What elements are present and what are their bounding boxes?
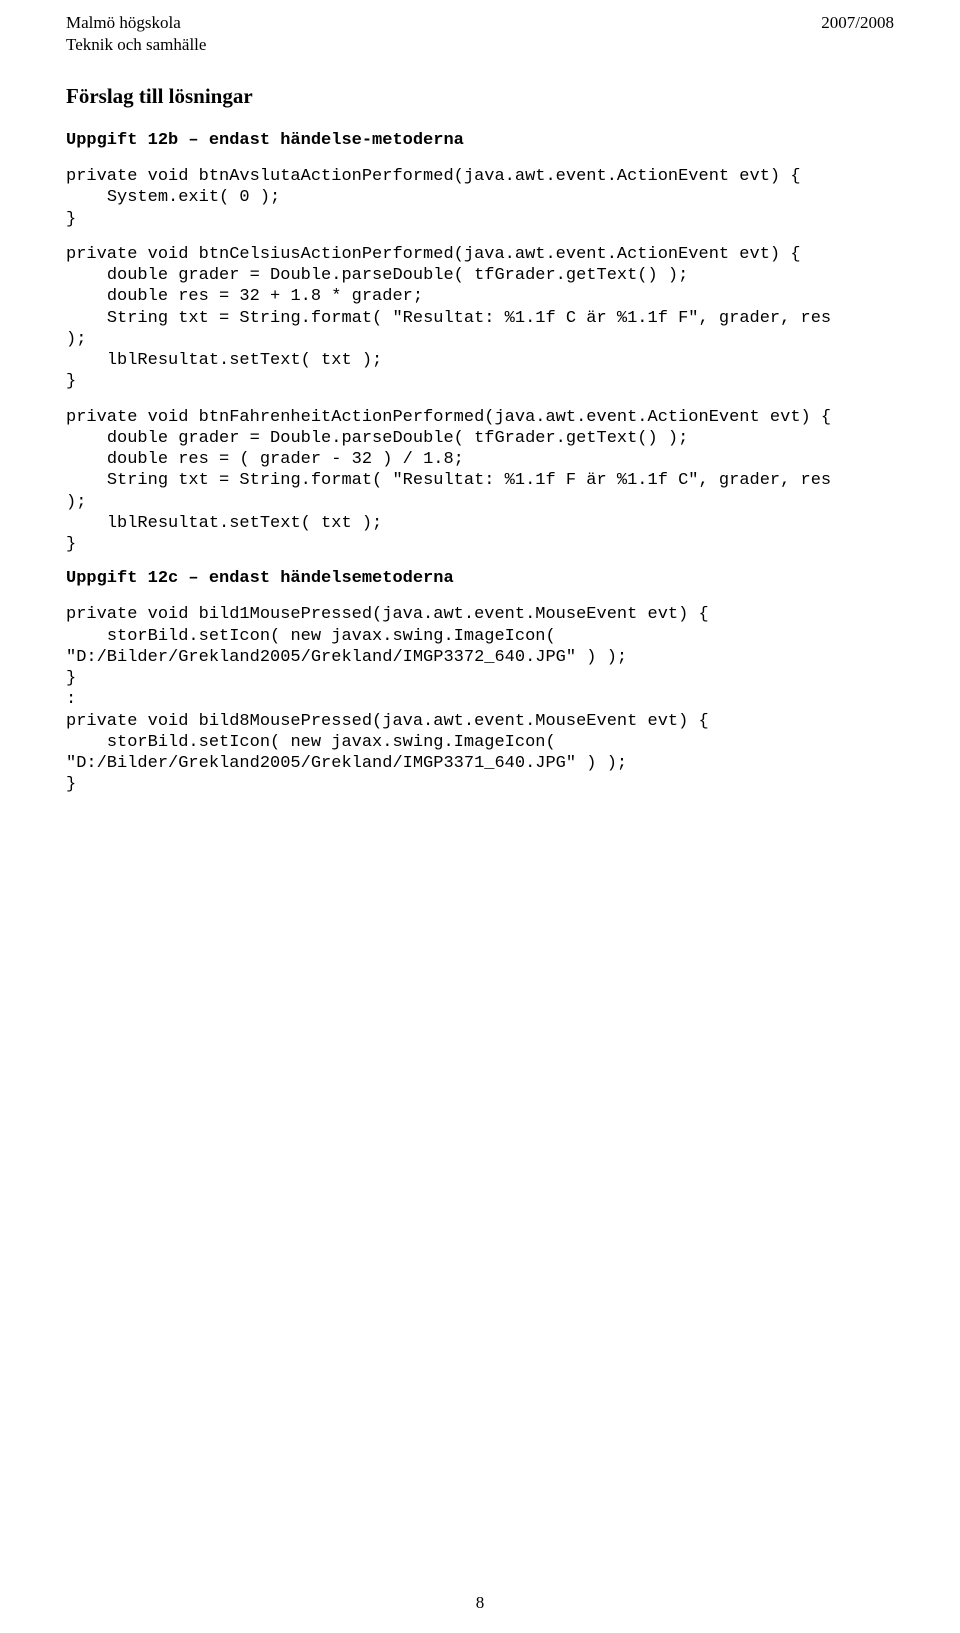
year-label: 2007/2008 xyxy=(821,12,894,34)
code-block-2: private void btnCelsiusActionPerformed(j… xyxy=(66,244,894,393)
page-title: Förslag till lösningar xyxy=(66,84,894,109)
code-block-4: private void bild1MousePressed(java.awt.… xyxy=(66,604,894,795)
page-header: Malmö högskola Teknik och samhälle 2007/… xyxy=(66,12,894,56)
header-right: 2007/2008 xyxy=(821,12,894,56)
code-block-3: private void btnFahrenheitActionPerforme… xyxy=(66,407,894,556)
section-12b-heading: Uppgift 12b – endast händelse-metoderna xyxy=(66,131,894,150)
org-line-1: Malmö högskola xyxy=(66,12,206,34)
section-12c-heading: Uppgift 12c – endast händelsemetoderna xyxy=(66,569,894,588)
page-number: 8 xyxy=(0,1593,960,1613)
code-block-1: private void btnAvslutaActionPerformed(j… xyxy=(66,166,894,230)
org-line-2: Teknik och samhälle xyxy=(66,34,206,56)
header-left: Malmö högskola Teknik och samhälle xyxy=(66,12,206,56)
